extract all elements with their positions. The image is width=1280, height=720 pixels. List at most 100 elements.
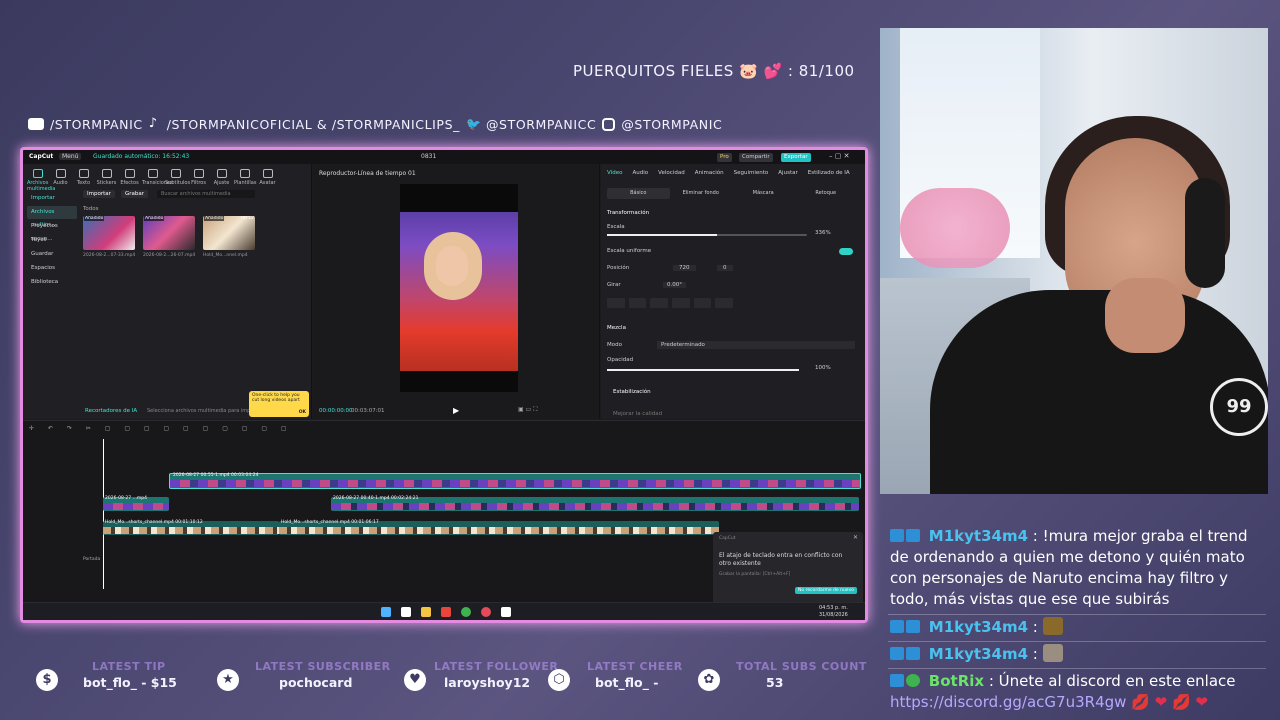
media-thumb-2[interactable]: Añadido	[143, 216, 195, 250]
chrome-icon[interactable]	[461, 607, 471, 617]
chat-username[interactable]: M1kyt34m4	[929, 618, 1028, 636]
side-import[interactable]: Importar	[27, 192, 77, 205]
tool-effects[interactable]: Efectos	[119, 168, 140, 188]
prop-subtabs: Básico Eliminar fondo Máscara Retoque	[607, 188, 857, 199]
app-capcut-icon[interactable]	[401, 607, 411, 617]
tab-video[interactable]: Vídeo	[607, 170, 623, 180]
opacity-slider[interactable]	[607, 369, 799, 371]
chat-username[interactable]: M1kyt34m4	[929, 645, 1028, 663]
tab-animation[interactable]: Animación	[695, 170, 724, 180]
paw-icon: ✿	[698, 669, 720, 691]
brave-icon[interactable]	[441, 607, 451, 617]
window-controls[interactable]: – ▢ ✕	[829, 152, 849, 160]
position-x[interactable]: 720	[673, 265, 696, 271]
media-search-input[interactable]: Buscar archivos multimedia	[157, 190, 255, 198]
tab-ai-style[interactable]: Estilizado de IA	[808, 170, 850, 180]
menu-button[interactable]: Menú	[59, 153, 82, 160]
track-video-2b[interactable]: 2026-08-27 00:40-1.mp4 00:02:24:21	[331, 496, 859, 511]
subtab-retouch[interactable]: Retoque	[795, 188, 858, 199]
os-taskbar: 04:53 p. m. 31/08/2026	[23, 602, 865, 620]
chat-username[interactable]: BotRix	[929, 672, 984, 690]
tool-media[interactable]: Archivos multimedia	[27, 168, 55, 192]
track-video-1[interactable]: 2026-08-27 00:55-1.mp4 00:03:04:24	[169, 473, 861, 489]
media-thumb-1[interactable]: Añadido	[83, 216, 135, 250]
rotate-value[interactable]: 0.00°	[663, 282, 686, 288]
toast-message: El atajo de teclado entra en conflicto c…	[719, 552, 843, 567]
tool-avatar[interactable]: Avatar	[257, 168, 278, 188]
filter-all[interactable]: Todos	[83, 206, 99, 212]
scale-slider[interactable]	[607, 234, 807, 236]
toast-app: CapCut	[719, 536, 736, 541]
preview-person-face	[436, 246, 468, 286]
file-explorer-icon[interactable]	[421, 607, 431, 617]
cover-label[interactable]: Portada	[83, 557, 100, 562]
play-icon[interactable]: ▶	[453, 406, 459, 415]
start-icon[interactable]	[381, 607, 391, 617]
track-video-3b[interactable]: Hold_Mo...shorts_channel.mp4 00:01:06:17	[279, 520, 719, 535]
tool-adjust[interactable]: Ajuste	[211, 168, 232, 188]
ai-recorder-label[interactable]: Recortadores de IA	[85, 408, 137, 414]
align-left-icon[interactable]	[607, 298, 625, 308]
side-spaces[interactable]: Espacios	[27, 262, 77, 275]
stat-title-subscriber: LATEST SUBSCRIBER	[255, 660, 391, 673]
chat-username[interactable]: M1kyt34m4	[929, 527, 1028, 545]
chat-text: Únete al discord en este enlace	[998, 672, 1236, 690]
import-button[interactable]: Importar	[83, 190, 115, 198]
side-library[interactable]: Biblioteca	[27, 276, 77, 289]
scale-value[interactable]: 336%	[815, 230, 831, 236]
app-record-icon[interactable]	[481, 607, 491, 617]
subtab-mask[interactable]: Máscara	[732, 188, 795, 199]
export-button[interactable]: Exportar	[781, 153, 811, 162]
position-label: Posición	[607, 265, 630, 271]
playhead[interactable]	[103, 439, 104, 589]
tool-transitions[interactable]: Transiciones	[142, 168, 173, 188]
tooltip-ok-button[interactable]: OK	[299, 410, 306, 415]
tab-adjust[interactable]: Ajustar	[778, 170, 797, 180]
tab-speed[interactable]: Velocidad	[658, 170, 685, 180]
instagram-icon	[602, 117, 616, 131]
feature-tooltip: One-click to help you cut long videos ap…	[249, 391, 309, 417]
track-video-3a[interactable]: Hold_Mo...shorts_channel.mp4 00:01:10:12	[103, 520, 279, 535]
align-right-icon[interactable]	[650, 298, 669, 308]
pro-badge[interactable]: Pro	[717, 153, 732, 162]
tab-audio[interactable]: Audio	[633, 170, 649, 180]
dollar-icon: $	[36, 669, 58, 691]
track-video-2a[interactable]: 2026-08-27 ...mp4	[103, 496, 169, 511]
media-panel: Archivos multimedia Audio Texto Stickers…	[23, 164, 312, 419]
share-button[interactable]: Compartir	[739, 153, 773, 162]
video-preview[interactable]	[400, 184, 518, 392]
app-capcut-2-icon[interactable]	[501, 607, 511, 617]
social-tiktok: /STORMPANICOFICIAL & /STORMPANICLIPS_	[166, 116, 460, 132]
chat-message: M1kyt34m4 :	[890, 617, 1268, 638]
tool-filters[interactable]: Filtros	[188, 168, 209, 188]
tool-subtitles[interactable]: Subtítulos	[165, 168, 190, 188]
player-controls-icon[interactable]: ▣ ▭ ⛶	[518, 406, 537, 414]
timeline-toolbar[interactable]: ✛ ↶ ↷ ✂ ▢ ▢ ▢ ▢ ▢ ▢ ▢ ▢ ▢ ▢	[29, 425, 849, 433]
subtab-basic[interactable]: Básico	[607, 188, 670, 199]
align-top-icon[interactable]	[672, 298, 690, 308]
toast-close-icon[interactable]: ✕	[853, 534, 858, 541]
position-y[interactable]: 0	[717, 265, 733, 271]
chat-badges-icon	[890, 672, 924, 687]
align-bottom-icon[interactable]	[715, 298, 734, 308]
side-media[interactable]: Archivos multim...	[27, 206, 77, 228]
mode-select[interactable]: Predeterminado	[657, 341, 855, 349]
media-thumb-3[interactable]: Añadido 00:12	[203, 216, 255, 250]
side-subprojects[interactable]: Proyectos secun...	[27, 220, 77, 242]
tool-audio[interactable]: Audio	[50, 168, 71, 188]
uniform-scale-toggle[interactable]	[839, 248, 853, 255]
align-middle-icon[interactable]	[693, 298, 712, 308]
stabilize-sub: Mejorar la calidad	[613, 411, 663, 417]
toast-dismiss-button[interactable]: No recordarme de nuevo	[795, 587, 857, 594]
tool-text[interactable]: Texto	[73, 168, 94, 188]
chat-divider	[888, 614, 1266, 615]
tab-tracking[interactable]: Seguimiento	[734, 170, 769, 180]
subtab-remove-bg[interactable]: Eliminar fondo	[670, 188, 733, 199]
align-center-icon[interactable]	[628, 298, 647, 308]
side-save[interactable]: Guardar	[27, 248, 77, 261]
chat-link[interactable]: https://discord.gg/acG7u3R4gw	[890, 693, 1126, 711]
opacity-value[interactable]: 100%	[815, 365, 831, 371]
tool-stickers[interactable]: Stickers	[96, 168, 117, 188]
tool-templates[interactable]: Plantillas	[234, 168, 256, 188]
record-button[interactable]: Grabar	[121, 190, 149, 198]
